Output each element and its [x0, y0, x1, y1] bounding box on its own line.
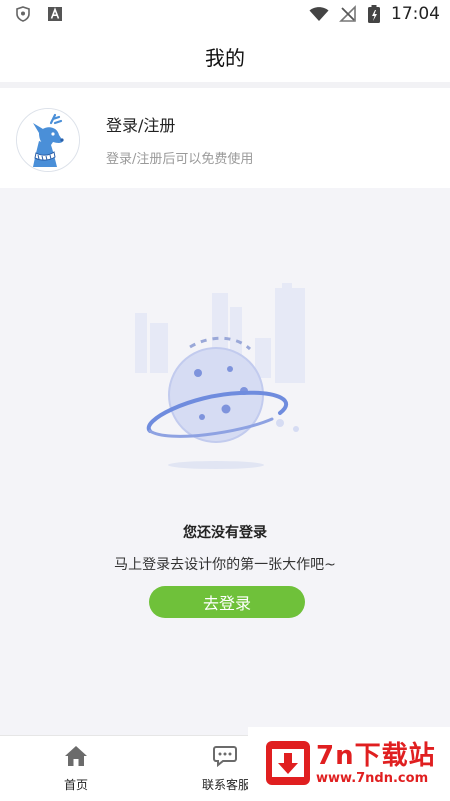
empty-state-title: 您还没有登录	[183, 525, 267, 541]
download-arrow-icon	[266, 741, 310, 785]
go-login-button[interactable]: 去登录	[149, 586, 305, 618]
wifi-icon	[309, 7, 329, 21]
page-title: 我的	[205, 46, 245, 70]
status-right: 17:04	[309, 3, 440, 25]
main-content: 您还没有登录 马上登录去设计你的第一张大作吧~ 去登录	[0, 188, 450, 735]
login-register-title[interactable]: 登录/注册	[106, 112, 175, 136]
status-left	[14, 5, 64, 23]
watermark-title: 7n下载站	[316, 741, 436, 771]
login-register-subtitle: 登录/注册后可以免费使用	[106, 152, 254, 167]
header: 我的	[0, 28, 450, 88]
avatar[interactable]	[16, 108, 80, 172]
watermark-url: www.7ndn.com	[316, 771, 429, 786]
home-icon	[65, 746, 87, 766]
empty-state-subtitle: 马上登录去设计你的第一张大作吧~	[114, 557, 336, 573]
tab-customer-service-label: 联系客服	[201, 778, 250, 792]
login-profile-card[interactable]: 登录/注册 登录/注册后可以免费使用	[0, 88, 450, 188]
shield-icon	[16, 6, 30, 22]
tab-home-label: 首页	[63, 778, 88, 792]
text-app-icon	[48, 7, 62, 21]
planet-illustration	[135, 283, 305, 469]
chat-icon	[213, 746, 237, 768]
deer-avatar-icon	[17, 109, 79, 171]
no-signal-icon	[339, 5, 356, 22]
tab-home[interactable]: 首页	[16, 736, 136, 801]
battery-charging-icon	[368, 5, 380, 23]
watermark: 7n下载站 www.7ndn.com	[248, 727, 450, 800]
status-bar: 17:04	[0, 0, 450, 28]
status-time: 17:04	[391, 4, 440, 24]
